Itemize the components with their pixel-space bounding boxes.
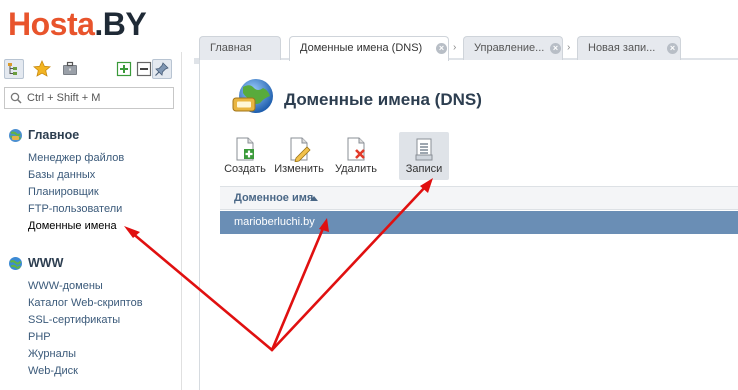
- www-section-icon: [9, 257, 22, 270]
- hosta-logo[interactable]: Hosta.BY: [8, 4, 147, 44]
- tab-separator-chevron-icon: ›: [567, 42, 571, 53]
- logo-text-main: Hosta: [8, 6, 95, 42]
- tab-new-record[interactable]: Новая запи... ×: [577, 36, 681, 60]
- search-icon: [10, 92, 22, 104]
- nav-list-main: Менеджер файлов Базы данных Планировщик …: [28, 150, 124, 235]
- main-panel: Доменные имена (DNS) Создать Изменить Уд…: [199, 60, 738, 390]
- close-tab-icon[interactable]: ×: [667, 43, 678, 54]
- close-tab-icon[interactable]: ×: [550, 43, 561, 54]
- create-label: Создать: [224, 163, 266, 175]
- records-button[interactable]: Записи: [399, 132, 449, 180]
- tab-separator-chevron-icon: ›: [453, 42, 457, 53]
- delete-button[interactable]: Удалить: [332, 132, 380, 180]
- edit-label: Изменить: [274, 163, 324, 175]
- tab-bar: Главная Доменные имена (DNS) × › Управле…: [199, 36, 738, 61]
- tab-domain-names[interactable]: Доменные имена (DNS) ×: [289, 36, 449, 61]
- sidebar-toolbar: [0, 56, 182, 82]
- page-title: Доменные имена (DNS): [284, 90, 482, 109]
- records-label: Записи: [405, 163, 443, 175]
- pin-icon[interactable]: [152, 59, 172, 79]
- nav-list-www: WWW-домены Каталог Web-скриптов SSL-серт…: [28, 278, 143, 380]
- domain-cell: marioberluchi.by: [234, 216, 315, 228]
- edit-doc-icon: [290, 137, 311, 162]
- briefcase-icon[interactable]: [60, 59, 80, 79]
- tab-management[interactable]: Управление... ×: [463, 36, 563, 60]
- sidebar: Главное Менеджер файлов Базы данных План…: [0, 52, 182, 390]
- sidebar-item-php[interactable]: PHP: [28, 329, 143, 346]
- sort-ascending-icon: [310, 196, 318, 201]
- sidebar-item-domain-names[interactable]: Доменные имена: [28, 218, 124, 235]
- edit-button[interactable]: Изменить: [272, 132, 326, 180]
- create-button[interactable]: Создать: [222, 132, 268, 180]
- close-tab-icon[interactable]: ×: [436, 43, 447, 54]
- tab-home[interactable]: Главная: [199, 36, 281, 60]
- globe-domain-icon: [232, 79, 273, 113]
- main-section-icon: [9, 129, 22, 142]
- column-header-domain-name[interactable]: Доменное имя: [234, 192, 313, 204]
- tab-label: Доменные имена (DNS): [300, 42, 423, 54]
- sidebar-item-ftp-users[interactable]: FTP-пользователи: [28, 201, 124, 218]
- sidebar-search[interactable]: [4, 87, 174, 109]
- create-doc-icon: [236, 137, 254, 161]
- sidebar-item-web-scripts[interactable]: Каталог Web-скриптов: [28, 295, 143, 312]
- section-title-label: Главное: [28, 128, 80, 142]
- delete-doc-icon: [347, 137, 365, 161]
- records-icon: [415, 138, 433, 161]
- expand-plus-icon[interactable]: [114, 59, 134, 79]
- sidebar-item-www-domains[interactable]: WWW-домены: [28, 278, 143, 295]
- tab-label: Главная: [210, 42, 252, 54]
- collapse-minus-icon[interactable]: [134, 59, 154, 79]
- table-header: Доменное имя: [220, 186, 738, 210]
- tab-label: Новая запи...: [588, 42, 656, 54]
- delete-label: Удалить: [335, 163, 377, 175]
- sidebar-item-web-disk[interactable]: Web-Диск: [28, 363, 143, 380]
- star-icon[interactable]: [32, 59, 52, 79]
- sidebar-item-logs[interactable]: Журналы: [28, 346, 143, 363]
- tree-view-icon[interactable]: [4, 59, 24, 79]
- logo-text-tld: .BY: [94, 6, 147, 42]
- sidebar-divider: [181, 52, 182, 390]
- sidebar-item-file-manager[interactable]: Менеджер файлов: [28, 150, 124, 167]
- app-root: Hosta.BY Ctrl + Shift + M Главное Менедж…: [0, 0, 738, 390]
- table-row[interactable]: marioberluchi.by: [220, 211, 738, 234]
- sidebar-item-ssl-certificates[interactable]: SSL-сертификаты: [28, 312, 143, 329]
- sidebar-item-scheduler[interactable]: Планировщик: [28, 184, 124, 201]
- tab-label: Управление...: [474, 42, 545, 54]
- search-input[interactable]: [27, 90, 167, 106]
- section-title-label: WWW: [28, 256, 64, 270]
- sidebar-item-databases[interactable]: Базы данных: [28, 167, 124, 184]
